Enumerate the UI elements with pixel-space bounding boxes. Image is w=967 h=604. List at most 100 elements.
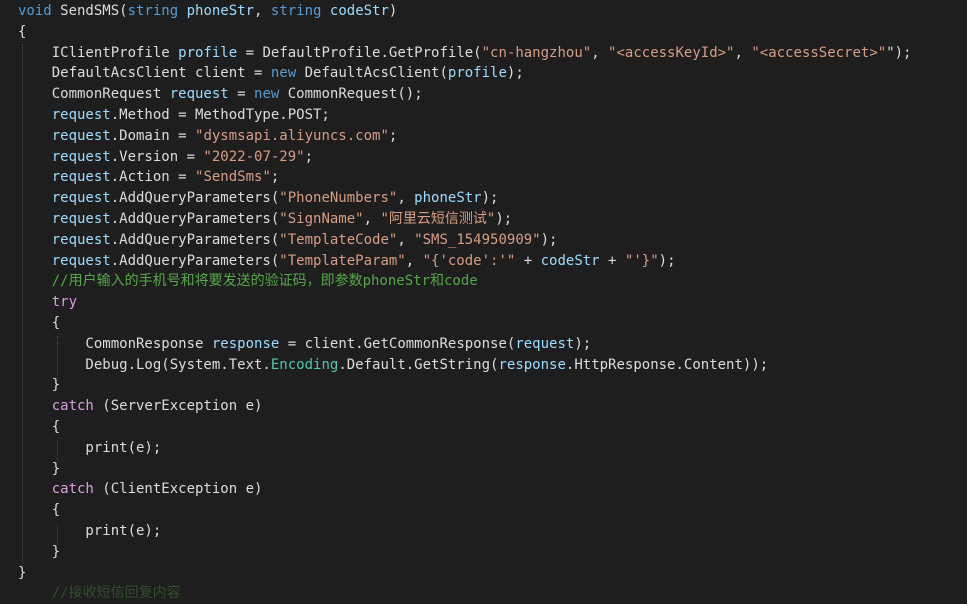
code-line[interactable]: request.Action = "SendSms";: [18, 167, 280, 188]
code-line[interactable]: print(e);: [18, 438, 161, 459]
code-token: "SendSms": [195, 169, 271, 186]
code-token: =: [228, 86, 255, 103]
code-token: .HttpResponse.Content));: [565, 356, 769, 373]
code-token: .AddQueryParameters(: [110, 231, 280, 248]
code-token: "dysmsapi.aliyuncs.com": [195, 127, 389, 144]
code-token: "阿里云短信测试": [380, 211, 496, 227]
code-token: }: [18, 460, 61, 477]
code-token: request: [169, 86, 229, 103]
code-token: ,: [363, 211, 381, 227]
code-line[interactable]: request.Method = MethodType.POST;: [18, 105, 330, 126]
code-token: phoneStr: [414, 190, 482, 207]
code-token: codeStr: [329, 3, 389, 19]
code-line[interactable]: }: [18, 459, 60, 480]
code-token: +: [599, 252, 625, 269]
code-token: ,: [397, 190, 415, 207]
code-token: Encoding: [270, 356, 339, 373]
code-token: DefaultAcsClient client =: [18, 65, 271, 82]
code-token: }: [18, 564, 27, 581]
code-line[interactable]: {: [18, 22, 26, 43]
code-line[interactable]: catch (ServerException e): [18, 396, 263, 417]
code-token: request: [18, 148, 111, 165]
code-token: );: [574, 335, 592, 352]
code-line[interactable]: }: [18, 542, 60, 563]
code-line[interactable]: DefaultAcsClient client = new DefaultAcs…: [18, 63, 524, 84]
code-token: string: [270, 3, 322, 19]
code-token: DefaultAcsClient(: [296, 65, 448, 82]
code-token: {: [18, 419, 61, 435]
code-line[interactable]: CommonResponse response = client.GetComm…: [18, 334, 591, 355]
code-token: {: [18, 23, 27, 40]
code-token: {: [18, 502, 61, 519]
code-line[interactable]: {: [18, 313, 60, 334]
code-token: "TemplateCode": [279, 231, 398, 248]
code-line[interactable]: catch (ClientException e): [18, 479, 263, 500]
code-token: ,: [591, 44, 609, 61]
code-line[interactable]: {: [18, 417, 60, 438]
code-line[interactable]: }: [18, 375, 60, 396]
code-token: (ServerException e): [93, 398, 263, 415]
code-token: request: [18, 127, 111, 144]
code-token: +: [515, 252, 541, 269]
code-token: new: [254, 86, 280, 103]
code-token: response: [211, 335, 280, 352]
code-line[interactable]: request.Domain = "dysmsapi.aliyuncs.com"…: [18, 126, 398, 147]
code-token: phoneStr: [186, 3, 255, 19]
code-line[interactable]: request.AddQueryParameters("TemplatePara…: [18, 251, 676, 272]
code-token: catch: [18, 398, 94, 415]
code-token: ): [388, 3, 398, 19]
code-token: "SignName": [279, 211, 364, 227]
code-token: //接收短信回复内容: [18, 585, 190, 602]
code-line[interactable]: CommonRequest request = new CommonReques…: [18, 84, 423, 105]
code-token: .Method = MethodType.POST;: [110, 107, 330, 123]
code-token: {: [18, 315, 61, 331]
code-token: .Domain =: [110, 127, 196, 144]
code-token: CommonRequest: [18, 86, 170, 103]
code-token: = client.GetCommonResponse(: [279, 335, 516, 352]
code-line[interactable]: print(e);: [18, 521, 161, 542]
code-token: catch: [18, 481, 94, 498]
code-line[interactable]: {: [18, 500, 60, 521]
code-line[interactable]: }: [18, 563, 26, 584]
code-token: request: [18, 252, 111, 269]
code-token: ;: [388, 127, 398, 144]
code-line[interactable]: request.AddQueryParameters("PhoneNumbers…: [18, 188, 499, 209]
code-token: .AddQueryParameters(: [110, 190, 280, 207]
code-line[interactable]: //用户输入的手机号和将要发送的验证码，即参数phoneStr和code: [18, 271, 478, 292]
code-token: IClientProfile: [18, 44, 179, 61]
code-token: "<accessSecret>": [751, 44, 887, 61]
code-token: CommonResponse: [18, 335, 212, 352]
code-token: //用户输入的手机号和将要发送的验证码，即参数phoneStr和code: [18, 273, 478, 290]
code-token: profile: [178, 44, 238, 61]
code-token: try: [18, 294, 78, 311]
code-token: codeStr: [540, 252, 600, 269]
code-token: request: [18, 211, 111, 227]
code-token: ;: [270, 169, 280, 186]
code-token: CommonRequest();: [279, 86, 423, 103]
code-token: "{'code':'": [422, 252, 516, 269]
code-token: "TemplateParam": [279, 252, 406, 269]
code-line[interactable]: request.AddQueryParameters("SignName", "…: [18, 209, 512, 230]
code-line[interactable]: Debug.Log(System.Text.Encoding.Default.G…: [18, 355, 768, 376]
code-line[interactable]: request.AddQueryParameters("TemplateCode…: [18, 230, 558, 251]
code-token: request: [18, 231, 111, 248]
code-token: request: [515, 335, 575, 352]
code-token: = DefaultProfile.GetProfile(: [237, 44, 482, 61]
code-token: );: [481, 190, 499, 207]
code-token: print(e);: [18, 439, 162, 456]
code-token: ,: [405, 252, 423, 269]
code-line[interactable]: IClientProfile profile = DefaultProfile.…: [18, 43, 912, 64]
code-token: ;: [304, 148, 314, 165]
code-token: response: [498, 356, 566, 373]
code-editor[interactable]: void SendSMS(string phoneStr, string cod…: [0, 0, 967, 601]
code-token: "<accessKeyId>": [608, 44, 735, 61]
code-line[interactable]: request.Version = "2022-07-29";: [18, 147, 313, 168]
code-token: request: [18, 169, 111, 186]
code-line[interactable]: try: [18, 292, 77, 313]
code-line[interactable]: void SendSMS(string phoneStr, string cod…: [18, 1, 397, 22]
code-line[interactable]: //接收短信回复内容: [18, 583, 189, 604]
code-token: (ClientException e): [93, 481, 263, 498]
code-token: new: [270, 65, 297, 82]
